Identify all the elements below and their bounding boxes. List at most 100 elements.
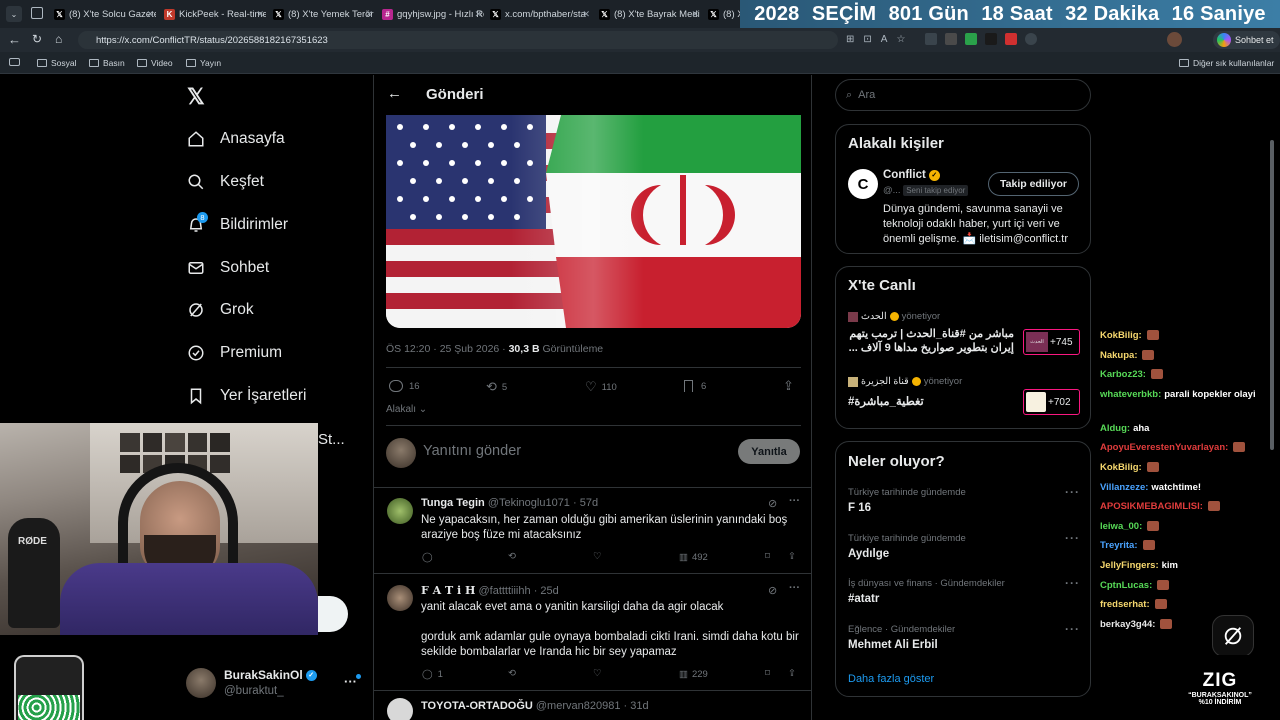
show-more-link[interactable]: Daha fazla göster bbox=[848, 673, 934, 685]
more-icon[interactable]: ··· bbox=[1065, 485, 1080, 499]
browser-tab[interactable]: 𝕏 (8) X'te Solcu Gazete ✕ bbox=[54, 4, 156, 24]
other-bookmarks[interactable]: Diğer sık kullanılanlar bbox=[1179, 58, 1274, 68]
x-logo-icon[interactable]: 𝕏 bbox=[187, 84, 205, 110]
mic-brand: RØDE bbox=[18, 536, 47, 547]
live-status: yönetiyor bbox=[923, 376, 963, 387]
repost-icon[interactable]: ⟲ bbox=[508, 551, 516, 562]
more-icon[interactable]: ··· bbox=[1065, 531, 1080, 545]
browser-tab[interactable]: 𝕏x.com/bpthaber/sta ✕ bbox=[490, 4, 592, 24]
extension-icons[interactable] bbox=[925, 33, 1037, 45]
share-icon[interactable]: ⇪ bbox=[788, 668, 796, 679]
back-arrow-icon[interactable]: ← bbox=[8, 32, 21, 47]
tracking-icons[interactable]: ⊞ ⊡ A ☆ bbox=[846, 34, 905, 45]
live-host: الحدث bbox=[861, 311, 887, 322]
share-icon[interactable]: ⇪ bbox=[783, 378, 794, 394]
author-name: TOYOTA-ORTADOĞU bbox=[421, 700, 533, 712]
reply-tweet[interactable]: Tunga Tegin @Tekinoglu1071 · 57d ⊘ ··· N… bbox=[374, 488, 811, 574]
tweet-time: · 31d bbox=[623, 700, 649, 712]
close-icon[interactable]: ✕ bbox=[365, 9, 373, 20]
more-icon[interactable]: ··· bbox=[1065, 576, 1080, 590]
reply-button[interactable]: Yanıtla bbox=[738, 439, 800, 464]
views-stat[interactable]: ▥ 229 bbox=[679, 669, 708, 680]
bookmark-folder[interactable]: Video bbox=[137, 58, 173, 68]
bookmark-icon[interactable]: ⌑ bbox=[765, 551, 770, 562]
account-switcher[interactable]: BurakSakinOl ✓ @buraktut_ ··· bbox=[186, 668, 362, 704]
reload-icon[interactable]: ↻ bbox=[32, 32, 42, 46]
close-icon[interactable]: ✕ bbox=[256, 9, 264, 20]
trend-item[interactable]: Türkiye tarihinde gündemde F 16 ··· bbox=[848, 485, 1080, 514]
reading-list-icon[interactable] bbox=[9, 58, 20, 66]
live-count[interactable]: +702 bbox=[1023, 389, 1080, 415]
profile-avatar[interactable] bbox=[1167, 32, 1182, 47]
tab-label: gqyhjsw.jpg - Hızlı Re bbox=[397, 8, 484, 20]
browser-tab[interactable]: 𝕏 (8) X'te Bayrak Medi ✕ bbox=[599, 4, 701, 24]
nav-premium[interactable]: Premium bbox=[186, 343, 282, 363]
tab-label: (8) X bbox=[723, 8, 740, 20]
live-count[interactable]: الحدث +745 bbox=[1023, 329, 1080, 355]
views-stat[interactable]: ▥ 492 bbox=[679, 552, 708, 563]
reply-icon[interactable]: ◯ bbox=[422, 552, 433, 563]
verified-icon bbox=[911, 377, 921, 386]
nav-messages[interactable]: Sohbet bbox=[186, 258, 269, 278]
bookmark-stat[interactable]: 6 bbox=[684, 380, 706, 392]
bookmark-folder[interactable]: Basın bbox=[89, 58, 125, 68]
workspaces-icon[interactable] bbox=[31, 7, 43, 19]
reply-stat[interactable]: ◯ 1 bbox=[422, 669, 443, 680]
conflict-avatar[interactable]: C bbox=[848, 169, 878, 199]
following-button[interactable]: Takip ediliyor bbox=[988, 172, 1079, 196]
close-icon[interactable]: ✕ bbox=[691, 9, 699, 20]
close-icon[interactable]: ✕ bbox=[146, 9, 154, 20]
heart-icon[interactable]: ♡ bbox=[593, 668, 602, 679]
reply-input[interactable]: Yanıtını gönder bbox=[423, 443, 521, 459]
heart-icon[interactable]: ♡ bbox=[593, 551, 602, 562]
nav-notifications[interactable]: 8 Bildirimler bbox=[186, 212, 288, 235]
more-icon[interactable]: ··· bbox=[789, 582, 800, 594]
reply-tweet[interactable]: TOYOTA-ORTADOĞU @mervan820981 · 31d bbox=[374, 692, 811, 720]
search-input[interactable]: ⌕ Ara bbox=[835, 79, 1091, 111]
nav-grok[interactable]: Grok bbox=[186, 300, 254, 320]
page-scrollbar[interactable] bbox=[1270, 140, 1274, 450]
trend-item[interactable]: Türkiye tarihinde gündemde Aydılge ··· bbox=[848, 531, 1080, 560]
live-item[interactable]: قناة الجزيرة yönetiyor #تغطية_مباشرة +702 bbox=[848, 376, 1080, 426]
trend-item[interactable]: Eğlence · Gündemdekiler Mehmet Ali Erbil… bbox=[848, 622, 1080, 651]
page-title: Gönderi bbox=[426, 86, 484, 103]
nav-bookmarks[interactable]: Yer İşaretleri bbox=[186, 386, 306, 406]
bookmark-icon[interactable]: ⌑ bbox=[765, 668, 770, 679]
browser-tab[interactable]: # gqyhjsw.jpg - Hızlı Re ✕ bbox=[382, 4, 484, 24]
more-icon[interactable]: ··· bbox=[789, 495, 800, 507]
reply-stat[interactable]: 16 bbox=[389, 380, 420, 392]
live-item[interactable]: الحدث yönetiyor مباشر من #قناة_الحدث | تر… bbox=[848, 311, 1080, 361]
nav-home[interactable]: Anasayfa bbox=[186, 129, 285, 149]
back-arrow-icon[interactable]: ← bbox=[387, 85, 402, 102]
trend-item[interactable]: İş dünyası ve finans · Gündemdekiler #at… bbox=[848, 576, 1080, 605]
share-icon[interactable]: ⇪ bbox=[788, 551, 796, 562]
copilot-chat-button[interactable]: Sohbet et bbox=[1213, 31, 1280, 49]
close-icon[interactable]: ✕ bbox=[582, 9, 590, 20]
post-image[interactable] bbox=[386, 115, 801, 328]
grok-fab[interactable] bbox=[1212, 615, 1254, 657]
url-field[interactable]: https://x.com/ConflictTR/status/20265881… bbox=[78, 31, 838, 49]
browser-tab[interactable]: 𝕏 (8) X'te Yemek Terör ✕ bbox=[273, 4, 375, 24]
more-icon[interactable]: ··· bbox=[1065, 622, 1080, 636]
repost-stat[interactable]: ⟲ 5 bbox=[486, 379, 507, 395]
tab-menu-icon[interactable]: ⌄ bbox=[6, 6, 22, 22]
bookmark-folder[interactable]: Yayın bbox=[186, 58, 221, 68]
browser-tab[interactable]: 𝕏 (8) X bbox=[708, 4, 740, 24]
home-icon[interactable]: ⌂ bbox=[55, 32, 62, 46]
grok-icon[interactable]: ⊘ bbox=[768, 584, 777, 597]
reply-tweet[interactable]: F A T i H @fattttiiihh · 25d ⊘ ··· yanit… bbox=[374, 575, 811, 691]
sort-dropdown[interactable]: Alakalı ⌄ bbox=[386, 404, 427, 415]
x-logo-icon: 𝕏 bbox=[54, 8, 65, 20]
nav-explore[interactable]: Keşfet bbox=[186, 172, 264, 192]
repost-icon[interactable]: ⟲ bbox=[508, 668, 516, 679]
tab-label: x.com/bpthaber/sta bbox=[505, 8, 586, 20]
related-name[interactable]: Conflict ✓ bbox=[883, 169, 940, 181]
browser-tab[interactable]: K KickPeek - Real-time ✕ bbox=[164, 4, 266, 24]
post-timestamp: ÖS 12:20 · 25 Şub 2026 · bbox=[386, 343, 509, 355]
nav-partial-item[interactable]: St... bbox=[318, 431, 345, 448]
chat-message: Villanzeze: watchtime! bbox=[1100, 482, 1270, 502]
like-stat[interactable]: ♡ 110 bbox=[585, 379, 617, 395]
bookmark-folder[interactable]: Sosyal bbox=[37, 58, 77, 68]
grok-icon[interactable]: ⊘ bbox=[768, 497, 777, 510]
close-icon[interactable]: ✕ bbox=[474, 9, 482, 20]
